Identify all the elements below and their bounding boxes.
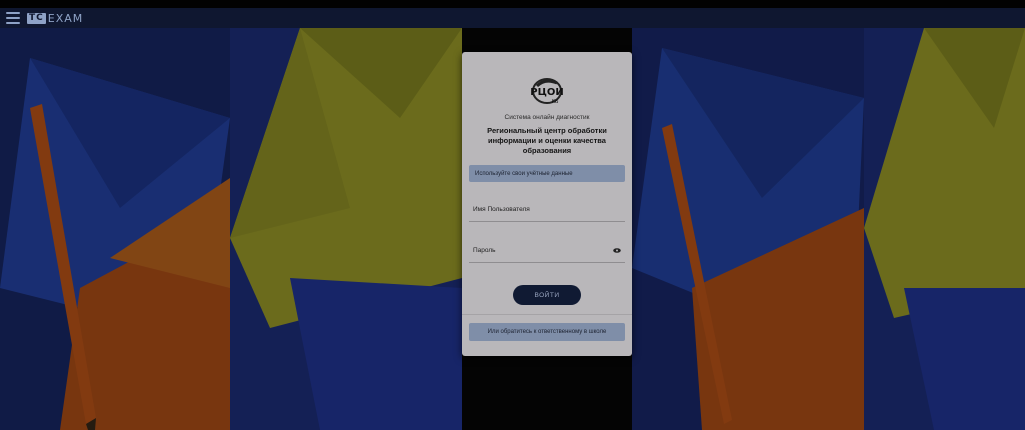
eye-icon[interactable] <box>613 248 621 253</box>
username-field[interactable]: Имя Пользователя <box>469 192 625 222</box>
password-label: Пароль <box>473 247 496 254</box>
username-label: Имя Пользователя <box>473 206 530 213</box>
hamburger-menu-icon[interactable] <box>6 12 20 24</box>
logo-tc: TC <box>27 12 46 24</box>
app-header: TC EXAM <box>0 8 1025 28</box>
contact-school-link[interactable]: Или обратитесь к ответственному в школе <box>469 323 625 341</box>
svg-text:РЦОИ: РЦОИ <box>530 87 563 98</box>
svg-text:КБ: КБ <box>552 99 560 105</box>
tcexam-logo[interactable]: TC EXAM <box>27 12 83 25</box>
logo-exam: EXAM <box>47 11 84 25</box>
login-button[interactable]: ВОЙТИ <box>513 285 581 305</box>
top-black-bar <box>0 0 1025 8</box>
password-field[interactable]: Пароль <box>469 233 625 263</box>
credentials-hint-text: Используйте свои учётные данные <box>475 170 573 177</box>
card-divider <box>462 314 632 315</box>
login-card: РЦОИ КБ Система онлайн диагностик Регион… <box>462 52 632 356</box>
credentials-hint: Используйте свои учётные данные <box>469 165 625 182</box>
system-subtitle: Система онлайн диагностик <box>504 114 590 121</box>
organization-title: Региональный центр обработки информации … <box>487 126 607 155</box>
contact-text: Или обратитесь к ответственному в школе <box>487 329 607 335</box>
rcoi-logo: РЦОИ КБ <box>530 78 564 105</box>
